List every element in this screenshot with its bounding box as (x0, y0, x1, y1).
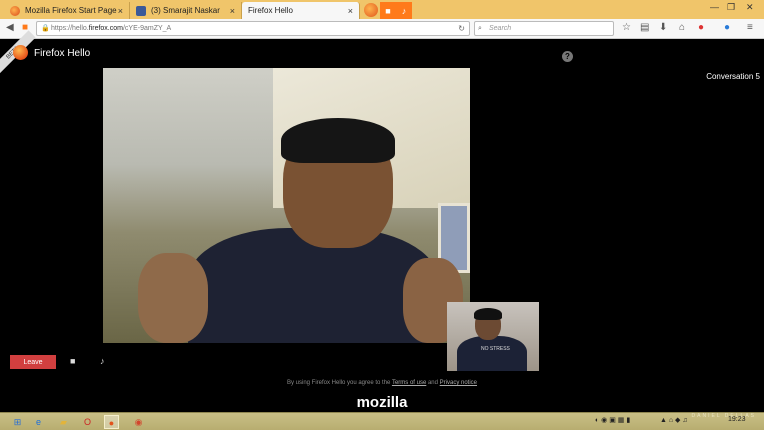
remote-person-left-hand (138, 253, 208, 343)
search-icon: ⌕ (478, 25, 482, 32)
internet-explorer-icon[interactable]: e (31, 415, 46, 429)
start-icon[interactable]: ⊞ (10, 415, 25, 429)
firefox-hello-tab-icon[interactable] (364, 3, 378, 17)
firefox-icon (10, 5, 20, 16)
firefox-hello-logo (13, 45, 28, 60)
remote-video-stream (103, 68, 470, 343)
url-path: /cYE-9amZY_A (122, 25, 172, 32)
local-shirt-text: NO STRESS (481, 346, 510, 352)
mic-share-icon[interactable]: ♪ (396, 2, 412, 19)
search-input[interactable]: ⌕ Search (474, 21, 614, 36)
close-icon[interactable]: × (230, 6, 235, 16)
conversation-label: Conversation 5 (706, 72, 760, 81)
reload-icon[interactable]: ↻ (458, 22, 465, 35)
windows-taskbar: ⊞ e ▰ O ● ◉ ◐ ◉ ▣ ▦ ▮ ▲ ⌂ ◆ ♫ 19:23 DANI… (0, 412, 764, 430)
maximize-icon[interactable]: ❐ (727, 2, 735, 13)
local-video-preview: NO STRESS (447, 302, 539, 371)
chat-icon[interactable]: ● (724, 22, 730, 33)
minimize-icon[interactable]: — (710, 2, 719, 12)
mozilla-wordmark: mozilla (356, 394, 408, 411)
file-explorer-icon[interactable]: ▰ (56, 415, 71, 429)
legal-prefix: By using Firefox Hello you agree to the (286, 380, 391, 386)
app-title: Firefox Hello (34, 48, 91, 59)
tab-label: Mozilla Firefox Start Page (25, 6, 117, 15)
remote-person-hair (281, 118, 395, 163)
navigation-bar: ◀ ■ 🔒 https://hello.firefox.com/cYE-9amZ… (0, 19, 764, 39)
close-window-icon[interactable]: ✕ (746, 2, 754, 13)
facebook-icon (136, 5, 146, 16)
home-icon[interactable]: ⌂ (679, 22, 685, 33)
help-icon[interactable]: ? (562, 51, 573, 62)
terms-of-use-link[interactable]: Terms of use (392, 380, 426, 386)
tray-icons[interactable]: ◐ ◉ ▣ ▦ ▮ (595, 416, 630, 424)
tab-label: Firefox Hello (248, 6, 293, 15)
back-icon[interactable]: ◀ (6, 22, 14, 33)
url-bar[interactable]: 🔒 https://hello.firefox.com/cYE-9amZY_A … (36, 21, 470, 36)
local-person-body (457, 336, 527, 371)
download-icon[interactable]: ⬇ (659, 22, 667, 33)
camera-share-icon[interactable]: ■ (380, 2, 396, 19)
local-person-hair (474, 308, 502, 320)
menu-icon[interactable]: ≡ (747, 22, 753, 33)
legal-and: and (427, 380, 438, 386)
tab-facebook[interactable]: (3) Smarajit Naskar × (130, 2, 242, 19)
close-icon[interactable]: × (348, 6, 353, 16)
tab-firefox-hello[interactable]: Firefox Hello × (242, 2, 360, 19)
privacy-notice-link[interactable]: Privacy notice (440, 380, 477, 386)
leave-button[interactable]: Leave (10, 355, 56, 369)
legal-notice: By using Firefox Hello you agree to the … (0, 380, 764, 386)
chrome-icon[interactable]: ◉ (131, 415, 146, 429)
search-placeholder: Search (489, 25, 512, 32)
url-domain: firefox.com (88, 25, 123, 32)
watermark: DANIEL DELLAS (691, 413, 756, 419)
firefox-taskbar-icon[interactable]: ● (104, 415, 119, 429)
microphone-toggle-icon[interactable]: ♪ (100, 356, 105, 366)
hello-page: BETA Firefox Hello ? Conversation 5 NO S… (0, 30, 764, 412)
tab-firefox-start[interactable]: Mozilla Firefox Start Page × (4, 2, 130, 19)
close-icon[interactable]: × (118, 6, 123, 16)
tab-label: (3) Smarajit Naskar (151, 6, 220, 15)
opera-icon[interactable]: O (80, 415, 95, 429)
tab-strip: Mozilla Firefox Start Page × (3) Smaraji… (0, 0, 764, 19)
reading-list-icon[interactable]: ▤ (640, 22, 649, 33)
adblock-icon[interactable]: ● (698, 22, 704, 33)
url-prefix: https://hello. (51, 25, 89, 32)
tray-notification-icons[interactable]: ▲ ⌂ ◆ ♫ (660, 416, 688, 424)
bookmark-star-icon[interactable]: ☆ (622, 22, 631, 33)
lock-icon: 🔒 (41, 25, 50, 32)
camera-toggle-icon[interactable]: ■ (70, 356, 75, 366)
